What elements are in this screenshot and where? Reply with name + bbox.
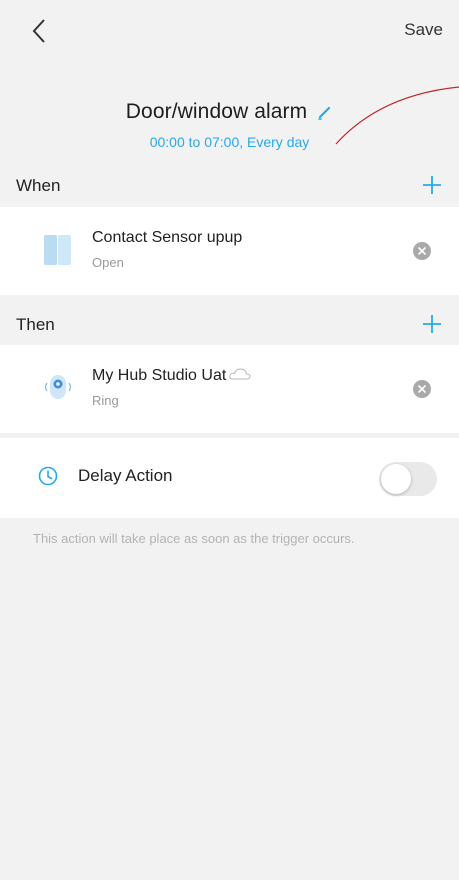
delay-note: This action will take place as soon as t… xyxy=(33,531,355,546)
remove-action-button[interactable] xyxy=(413,380,431,398)
trigger-device-name: Contact Sensor upup xyxy=(92,229,243,246)
save-button[interactable]: Save xyxy=(404,20,443,40)
plus-icon xyxy=(423,315,441,333)
automation-title: Door/window alarm xyxy=(125,100,308,123)
close-icon xyxy=(417,384,427,394)
action-row[interactable]: My Hub Studio Uat Ring xyxy=(0,345,459,433)
action-device-title: My Hub Studio Uat xyxy=(92,367,252,385)
action-state: Ring xyxy=(92,393,119,408)
contact-sensor-icon xyxy=(38,229,78,269)
add-action-button[interactable] xyxy=(421,313,443,335)
add-trigger-button[interactable] xyxy=(421,174,443,196)
delay-action-label: Delay Action xyxy=(78,466,173,485)
delay-action-row: Delay Action xyxy=(0,438,459,518)
delay-action-toggle[interactable] xyxy=(379,462,437,496)
toggle-knob xyxy=(381,464,411,494)
edit-pencil-icon[interactable] xyxy=(317,104,333,120)
action-device-name: My Hub Studio Uat xyxy=(92,367,227,384)
when-label: When xyxy=(16,176,61,195)
cloud-icon xyxy=(228,367,252,381)
trigger-row[interactable]: Contact Sensor upup Open xyxy=(0,207,459,295)
hub-icon xyxy=(38,367,78,407)
then-section-header: Then xyxy=(0,305,459,345)
when-section-header: When xyxy=(0,166,459,206)
back-button[interactable] xyxy=(30,16,50,46)
automation-header: Door/window alarm 00:00 to 07:00, Every … xyxy=(0,100,459,150)
trigger-state: Open xyxy=(92,255,124,270)
plus-icon xyxy=(423,176,441,194)
top-bar: Save xyxy=(0,0,459,62)
then-label: Then xyxy=(16,315,55,334)
chevron-left-icon xyxy=(32,19,45,43)
remove-trigger-button[interactable] xyxy=(413,242,431,260)
schedule-text[interactable]: 00:00 to 07:00, Every day xyxy=(0,134,459,150)
close-icon xyxy=(417,246,427,256)
clock-icon xyxy=(38,466,58,486)
